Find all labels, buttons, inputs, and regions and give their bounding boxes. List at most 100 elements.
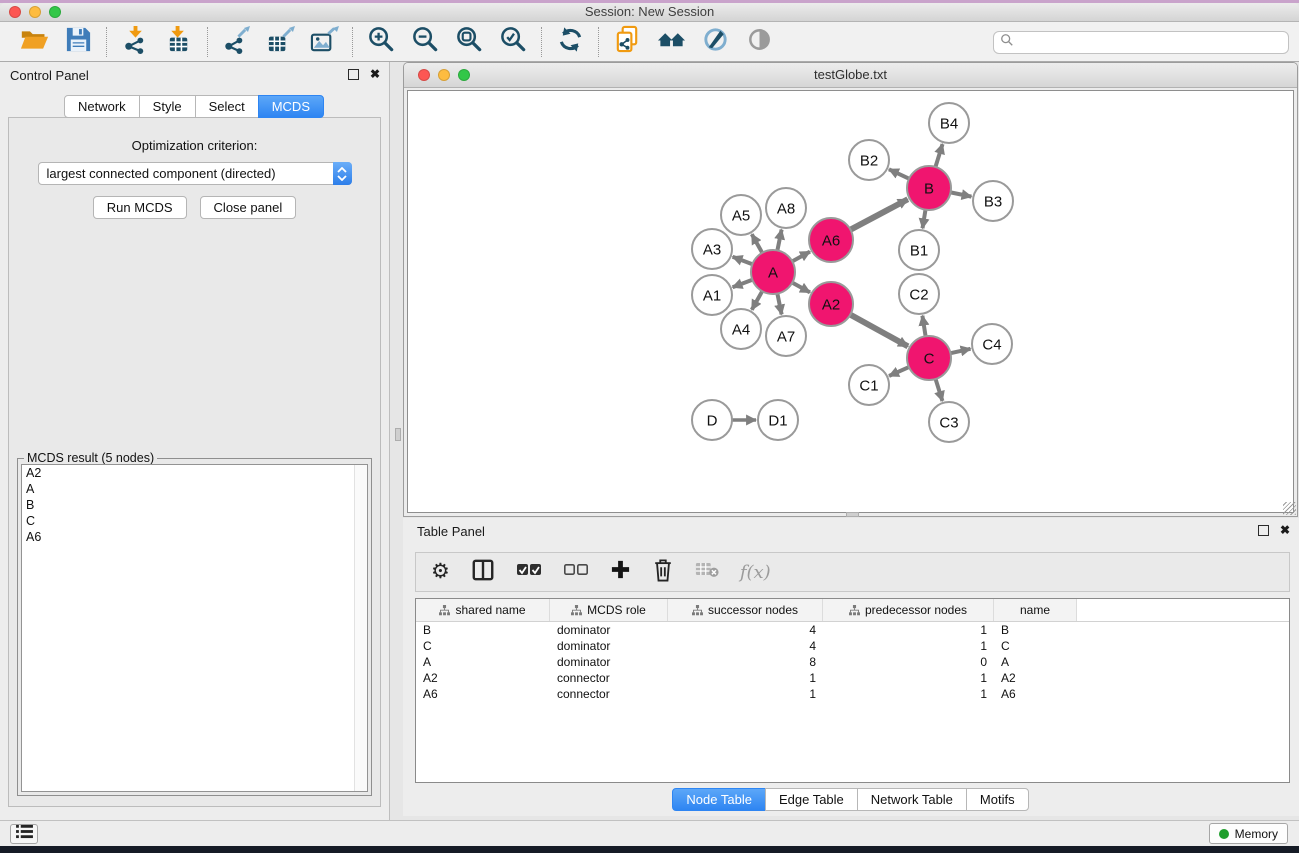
table-cell[interactable]: connector [550, 687, 668, 701]
graph-edge-B-B2[interactable] [889, 169, 909, 178]
close-network-button[interactable] [418, 69, 430, 81]
table-cell[interactable]: C [994, 639, 1077, 653]
task-history-button[interactable] [10, 824, 38, 844]
table-cell[interactable]: 4 [668, 639, 823, 653]
table-cell[interactable]: 1 [668, 671, 823, 685]
eye-button[interactable] [742, 25, 776, 59]
tab-network-table[interactable]: Network Table [857, 788, 967, 811]
graph-edge-A-A1[interactable] [733, 280, 753, 287]
table-cell[interactable]: 1 [668, 687, 823, 701]
delete-row-button[interactable] [652, 557, 674, 587]
graph-edge-A-A5[interactable] [752, 234, 762, 253]
graph-edge-A-A8[interactable] [777, 230, 781, 251]
export-network-button[interactable] [219, 25, 253, 59]
delete-table-button[interactable] [695, 557, 719, 587]
graph-edge-A-A7[interactable] [777, 294, 781, 315]
tab-edge-table[interactable]: Edge Table [765, 788, 858, 811]
unselect-all-button[interactable] [563, 557, 589, 587]
column-header[interactable]: predecessor nodes [823, 599, 994, 621]
tab-select[interactable]: Select [195, 95, 259, 118]
graph-edge-B-B3[interactable] [951, 192, 972, 196]
column-header[interactable]: name [994, 599, 1077, 621]
table-cell[interactable]: 0 [823, 655, 994, 669]
resize-grip[interactable] [1283, 502, 1296, 515]
column-header[interactable]: successor nodes [668, 599, 823, 621]
search-input[interactable] [1018, 36, 1282, 50]
network-canvas[interactable]: AA1A2A3A4A5A6A7A8BB1B2B3B4CC1C2C3C4DD1 [407, 90, 1294, 513]
close-table-panel-icon[interactable]: ✖ [1280, 525, 1290, 536]
list-item[interactable]: B [22, 497, 367, 513]
tab-node-table[interactable]: Node Table [672, 788, 766, 811]
result-list-scrollbar[interactable] [354, 465, 367, 791]
export-image-button[interactable] [307, 25, 341, 59]
minimize-network-button[interactable] [438, 69, 450, 81]
table-cell[interactable]: A2 [994, 671, 1077, 685]
table-cell[interactable]: A2 [416, 671, 550, 685]
list-item[interactable]: C [22, 513, 367, 529]
function-builder-button[interactable]: f(x) [740, 557, 771, 587]
desktop-horizontal-scrollbar[interactable] [846, 512, 859, 517]
table-cell[interactable]: 4 [668, 623, 823, 637]
tab-network[interactable]: Network [64, 95, 140, 118]
table-cell[interactable]: connector [550, 671, 668, 685]
float-panel-icon[interactable] [348, 69, 359, 80]
save-session-button[interactable] [61, 25, 95, 59]
duplicate-network-button[interactable] [610, 25, 644, 59]
zoom-window-button[interactable] [49, 6, 61, 18]
minimize-window-button[interactable] [29, 6, 41, 18]
list-item[interactable]: A6 [22, 529, 367, 545]
network-window-titlebar[interactable]: testGlobe.txt [404, 63, 1297, 88]
import-table-button[interactable] [162, 25, 196, 59]
table-cell[interactable]: A [416, 655, 550, 669]
table-cell[interactable]: 1 [823, 639, 994, 653]
refresh-network-button[interactable] [553, 25, 587, 59]
search-box[interactable] [993, 31, 1289, 54]
table-row[interactable]: Cdominator41C [416, 638, 1289, 654]
zoom-fit-button[interactable] [452, 25, 486, 59]
list-item[interactable]: A2 [22, 465, 367, 481]
graph-edge-C-C4[interactable] [950, 349, 970, 353]
table-cell[interactable]: 1 [823, 671, 994, 685]
graph-edge-C-C2[interactable] [922, 316, 925, 337]
homes-button[interactable] [654, 25, 688, 59]
close-panel-icon[interactable]: ✖ [370, 69, 380, 80]
table-cell[interactable]: A6 [416, 687, 550, 701]
table-cell[interactable]: B [994, 623, 1077, 637]
table-cell[interactable]: C [416, 639, 550, 653]
desktop-vertical-scrollbar[interactable] [395, 428, 401, 441]
table-cell[interactable]: dominator [550, 623, 668, 637]
graph-edge-A-A6[interactable] [792, 252, 810, 262]
graph-edge-A6-B[interactable] [850, 199, 907, 229]
table-cell[interactable]: 1 [823, 623, 994, 637]
tab-motifs[interactable]: Motifs [966, 788, 1029, 811]
column-header[interactable]: shared name [416, 599, 550, 621]
table-cell[interactable]: A6 [994, 687, 1077, 701]
table-cell[interactable]: A [994, 655, 1077, 669]
tab-mcds[interactable]: MCDS [258, 95, 324, 118]
table-cell[interactable]: 1 [823, 687, 994, 701]
table-settings-button[interactable]: ⚙ [431, 557, 450, 587]
add-row-button[interactable] [610, 557, 631, 587]
show-column-button[interactable] [471, 557, 495, 587]
graph-edge-A-A4[interactable] [752, 291, 762, 310]
table-row[interactable]: Bdominator41B [416, 622, 1289, 638]
close-window-button[interactable] [9, 6, 21, 18]
table-cell[interactable]: dominator [550, 639, 668, 653]
close-panel-button[interactable]: Close panel [200, 196, 297, 219]
table-row[interactable]: A2connector11A2 [416, 670, 1289, 686]
column-header[interactable]: MCDS role [550, 599, 668, 621]
graph-edge-A-A3[interactable] [733, 257, 753, 264]
zoom-in-button[interactable] [364, 25, 398, 59]
list-item[interactable]: A [22, 481, 367, 497]
float-table-panel-icon[interactable] [1258, 525, 1269, 536]
graph-edge-C-C3[interactable] [936, 379, 943, 401]
mcds-result-list[interactable]: A2ABCA6 [21, 464, 368, 792]
graph-edge-B-B1[interactable] [923, 210, 926, 229]
graph-edge-B-B4[interactable] [935, 144, 942, 167]
table-cell[interactable]: 8 [668, 655, 823, 669]
graphics-details-button[interactable] [698, 25, 732, 59]
table-cell[interactable]: dominator [550, 655, 668, 669]
zoom-out-button[interactable] [408, 25, 442, 59]
criterion-dropdown[interactable]: largest connected component (directed) [38, 162, 352, 185]
table-row[interactable]: A6connector11A6 [416, 686, 1289, 702]
